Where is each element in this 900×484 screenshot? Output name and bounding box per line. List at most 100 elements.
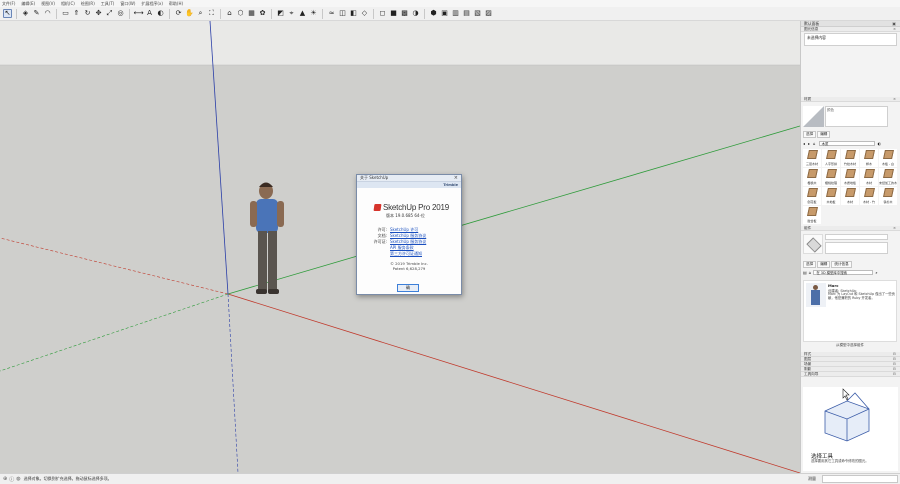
close-icon[interactable]: ×: [893, 226, 896, 230]
close-icon[interactable]: ×: [893, 97, 896, 101]
material-swatch[interactable]: 未经加工的木材: [879, 168, 897, 186]
third-party-link[interactable]: 第三方许可证通知: [390, 251, 422, 257]
material-swatch[interactable]: 木材: [841, 187, 859, 205]
close-icon[interactable]: ×: [893, 27, 896, 31]
credits-icon[interactable]: ⓘ: [9, 476, 14, 483]
material-swatch[interactable]: 樱桃木: [803, 168, 821, 186]
monochrome-icon[interactable]: ◑: [411, 9, 420, 18]
menu-help[interactable]: 帮助(H): [169, 1, 183, 7]
menu-extensions[interactable]: 扩展程序(x): [141, 1, 163, 7]
scale-icon[interactable]: ⤢: [105, 9, 114, 18]
shaded-icon[interactable]: ■: [389, 9, 398, 18]
extension-warehouse-icon[interactable]: ⬡: [236, 9, 245, 18]
add-location-icon[interactable]: ⌖: [287, 9, 296, 18]
entity-info-header[interactable]: 图元信息 ×: [801, 27, 900, 32]
pencil-icon[interactable]: ✎: [32, 9, 41, 18]
rotate-icon[interactable]: ↻: [83, 9, 92, 18]
tab-select[interactable]: 选择: [803, 261, 817, 268]
zoom-extents-icon[interactable]: ⛶: [207, 9, 216, 18]
material-swatch[interactable]: 人字形拼: [822, 149, 840, 167]
wireframe-icon[interactable]: ◇: [360, 9, 369, 18]
material-swatch[interactable]: 木板 - 白: [879, 149, 897, 167]
material-swatch[interactable]: 竹纹木材: [841, 149, 859, 167]
component-description-field[interactable]: [825, 242, 888, 254]
push-pull-icon[interactable]: ⇑: [72, 9, 81, 18]
textured-icon[interactable]: ▩: [400, 9, 409, 18]
left-view-icon[interactable]: ▨: [484, 9, 493, 18]
menu-file[interactable]: 文件(F): [2, 1, 15, 7]
paint-bucket-icon[interactable]: ◐: [156, 9, 165, 18]
style-builder-icon[interactable]: ✿: [258, 9, 267, 18]
tape-measure-icon[interactable]: ⟷: [133, 9, 143, 18]
terrain-icon[interactable]: ▲: [298, 9, 307, 18]
top-view-icon[interactable]: ▣: [440, 9, 449, 18]
model-viewport[interactable]: 关于 SketchUp × Trimble SketchUp Pro 2019 …: [0, 21, 800, 473]
fog-icon[interactable]: ≈: [327, 9, 336, 18]
tab-edit[interactable]: 编辑: [817, 261, 831, 268]
home-icon[interactable]: ⌂: [813, 141, 816, 146]
menu-draw[interactable]: 绘图(R): [81, 1, 95, 7]
hidden-line-icon[interactable]: ◻: [378, 9, 387, 18]
shadows-icon[interactable]: ☀: [309, 9, 318, 18]
material-swatch[interactable]: 木质地板: [841, 168, 859, 186]
component-thumbnail[interactable]: [806, 283, 826, 307]
front-view-icon[interactable]: ▥: [451, 9, 460, 18]
material-swatch[interactable]: 三层木材: [803, 149, 821, 167]
material-swatch[interactable]: 樱桃纹理: [822, 168, 840, 186]
details-icon[interactable]: ◐: [878, 141, 882, 146]
instructor-header[interactable]: 工具向导 ⊟: [801, 372, 900, 377]
material-swatch[interactable]: 桦木: [860, 149, 878, 167]
component-search-input[interactable]: 在 3D 模型库中搜索: [813, 269, 874, 275]
menu-edit[interactable]: 编辑(E): [21, 1, 35, 7]
zoom-icon[interactable]: ⌕: [196, 9, 205, 18]
material-swatch[interactable]: 刨花板: [803, 187, 821, 205]
menu-tools[interactable]: 工具(T): [101, 1, 115, 7]
materials-header[interactable]: 材质 ×: [801, 97, 900, 102]
material-swatch[interactable]: 木材 - 竹: [860, 187, 878, 205]
swatch-label: 樱桃纹理: [824, 181, 837, 185]
rectangle-icon[interactable]: ▭: [61, 9, 70, 18]
iso-view-icon[interactable]: ⬢: [429, 9, 438, 18]
material-swatch[interactable]: 铁杉木: [879, 187, 897, 205]
home-icon[interactable]: ⌂: [809, 270, 812, 275]
arc-icon[interactable]: ◠: [43, 9, 52, 18]
menu-camera[interactable]: 相机(C): [61, 1, 75, 7]
component-name-field[interactable]: [825, 234, 888, 240]
material-swatch[interactable]: 木地板: [822, 187, 840, 205]
back-edges-icon[interactable]: ◧: [349, 9, 358, 18]
back-view-icon[interactable]: ▧: [473, 9, 482, 18]
georeference-icon[interactable]: ⊕: [3, 476, 7, 483]
offset-icon[interactable]: ◎: [116, 9, 125, 18]
search-icon[interactable]: ⌕: [875, 270, 877, 275]
text-icon[interactable]: A: [145, 9, 154, 18]
forward-icon[interactable]: ▸: [808, 141, 810, 146]
user-icon[interactable]: ◍: [16, 476, 20, 483]
material-swatch[interactable]: 胶合板: [803, 206, 821, 224]
tab-select[interactable]: 选择: [803, 131, 817, 138]
layout-icon[interactable]: ▦: [247, 9, 256, 18]
material-name-field[interactable]: 颜色: [825, 106, 888, 127]
warehouse-icon[interactable]: ⌂: [225, 9, 234, 18]
section-plane-icon[interactable]: ◩: [276, 9, 285, 18]
right-view-icon[interactable]: ▤: [462, 9, 471, 18]
swatch-thumbnail: [883, 188, 894, 197]
menu-window[interactable]: 窗口(W): [120, 1, 135, 7]
menu-view[interactable]: 视图(V): [41, 1, 55, 7]
move-icon[interactable]: ✥: [94, 9, 103, 18]
close-icon[interactable]: ×: [454, 175, 458, 181]
eraser-icon[interactable]: ◈: [21, 9, 30, 18]
x-ray-icon[interactable]: ◫: [338, 9, 347, 18]
tab-statistics[interactable]: 统计信息: [831, 261, 852, 268]
tab-edit[interactable]: 编辑: [817, 131, 831, 138]
pan-icon[interactable]: ✋: [185, 9, 194, 18]
back-icon[interactable]: ◂: [803, 141, 805, 146]
select-icon[interactable]: ↖: [3, 9, 12, 18]
orbit-icon[interactable]: ⟳: [174, 9, 183, 18]
material-swatch[interactable]: 木材: [860, 168, 878, 186]
components-header[interactable]: 组件 ×: [801, 226, 900, 231]
material-library-select[interactable]: 木质: [818, 140, 875, 146]
view-options-icon[interactable]: ▤: [803, 270, 807, 275]
measurements-input[interactable]: [822, 475, 898, 483]
ok-button[interactable]: 确: [397, 284, 419, 292]
tray-pin-icon[interactable]: ▣: [892, 21, 896, 26]
